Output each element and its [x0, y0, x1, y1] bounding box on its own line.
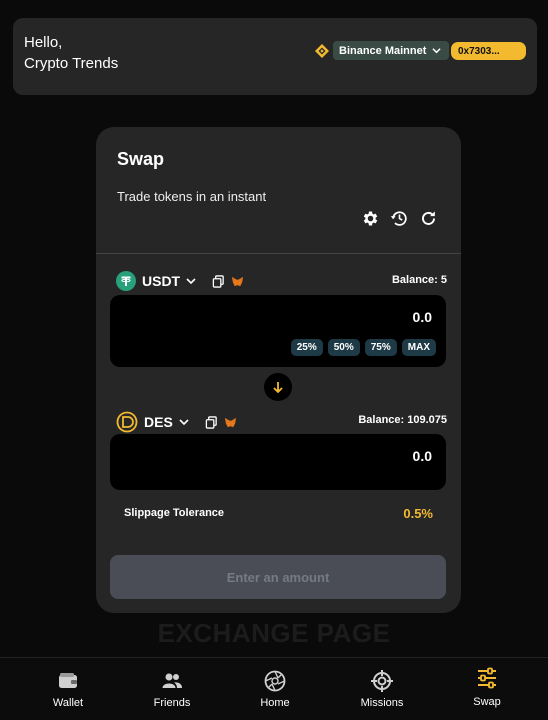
- wallet-address-button[interactable]: 0x7303...: [451, 42, 526, 60]
- to-amount-output: 0.0: [412, 448, 432, 464]
- nav-label-friends: Friends: [153, 697, 191, 709]
- percent-buttons: 25% 50% 75% MAX: [290, 339, 436, 356]
- wallet-icon: [59, 673, 77, 688]
- slippage-value[interactable]: 0.5%: [403, 506, 433, 521]
- network-label: Binance Mainnet: [339, 44, 427, 57]
- metamask-icon[interactable]: [231, 275, 244, 288]
- des-token-icon: [116, 411, 138, 433]
- percent-50-button[interactable]: 50%: [327, 339, 360, 356]
- slippage-label: Slippage Tolerance: [124, 507, 225, 519]
- network-selector[interactable]: Binance Mainnet: [314, 41, 450, 60]
- swap-card: Swap Trade tokens in an instant USDT Bal…: [96, 127, 461, 613]
- settings-gear-icon[interactable]: [361, 209, 380, 228]
- percent-max-button[interactable]: MAX: [401, 339, 436, 356]
- refresh-icon[interactable]: [419, 209, 438, 228]
- metamask-icon[interactable]: [224, 416, 237, 429]
- chevron-down-icon: [432, 48, 442, 54]
- from-amount-input[interactable]: 0.0: [413, 309, 432, 325]
- greeting-line1: Hello,: [24, 34, 63, 51]
- nav-item-friends[interactable]: Friends: [132, 658, 212, 720]
- from-token-symbol: USDT: [142, 273, 181, 289]
- nav-item-wallet[interactable]: Wallet: [28, 658, 108, 720]
- history-icon[interactable]: [390, 209, 409, 228]
- nav-label-swap: Swap: [473, 696, 501, 708]
- swap-title: Swap: [117, 149, 165, 169]
- enter-amount-button[interactable]: Enter an amount: [110, 555, 446, 599]
- swap-subtitle: Trade tokens in an instant: [117, 189, 267, 204]
- home-aperture-icon: [264, 670, 286, 692]
- bnb-icon: [315, 43, 329, 58]
- nav-label-wallet: Wallet: [52, 697, 84, 709]
- from-amount-box[interactable]: 0.0 25% 50% 75% MAX: [110, 295, 446, 367]
- divider: [96, 253, 461, 254]
- nav-label-missions: Missions: [360, 697, 404, 709]
- chevron-down-icon: [186, 278, 196, 285]
- nav-item-home[interactable]: Home: [235, 658, 315, 720]
- header-bar: Hello, Crypto Trends Binance Mainnet 0x7…: [13, 18, 537, 95]
- to-balance: Balance: 109.075: [358, 414, 447, 426]
- to-token-symbol: DES: [144, 414, 173, 430]
- nav-item-missions[interactable]: Missions: [342, 658, 422, 720]
- usdt-icon: [116, 271, 136, 291]
- to-amount-box[interactable]: 0.0: [110, 434, 446, 490]
- to-token-selector[interactable]: DES: [116, 411, 237, 433]
- copy-icon[interactable]: [205, 415, 218, 429]
- from-balance: Balance: 5: [391, 274, 447, 286]
- percent-25-button[interactable]: 25%: [290, 339, 323, 356]
- copy-icon[interactable]: [212, 274, 225, 288]
- swap-sliders-icon: [478, 667, 496, 689]
- page-watermark-label: EXCHANGE PAGE: [157, 618, 391, 648]
- network-pill[interactable]: Binance Mainnet: [333, 41, 450, 60]
- bottom-nav: Wallet Friends Home Missions Swap: [0, 657, 548, 720]
- missions-target-icon: [371, 670, 393, 692]
- swap-direction-button[interactable]: [264, 373, 292, 401]
- swap-tools: [361, 209, 438, 228]
- nav-item-swap[interactable]: Swap: [447, 658, 527, 720]
- nav-label-home: Home: [260, 697, 290, 709]
- from-token-selector[interactable]: USDT: [116, 271, 244, 291]
- arrow-down-icon: [273, 382, 283, 394]
- friends-icon: [162, 673, 182, 688]
- percent-75-button[interactable]: 75%: [364, 339, 397, 356]
- greeting-username: Crypto Trends: [24, 55, 119, 72]
- chevron-down-icon: [179, 419, 189, 426]
